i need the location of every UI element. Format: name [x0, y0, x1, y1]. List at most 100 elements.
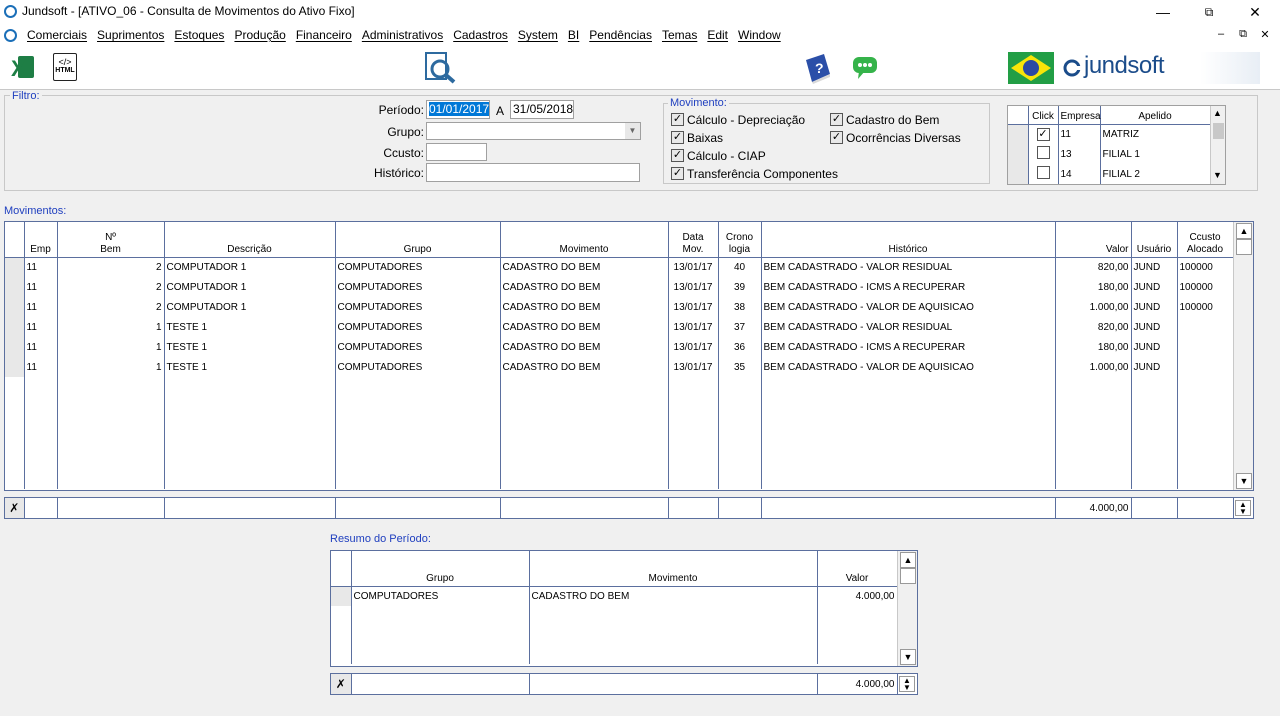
grupo-select[interactable] [426, 122, 641, 140]
header-emp[interactable]: Emp [24, 222, 58, 258]
menu-item-temas[interactable]: Temas [662, 28, 697, 42]
table-cell [1177, 317, 1234, 337]
chat-icon[interactable] [851, 55, 879, 81]
scroll-down-icon[interactable]: ▼ [1213, 170, 1222, 180]
menu-item-producao[interactable]: Produção [234, 28, 285, 42]
periodo-to-input[interactable]: 31/05/2018 [510, 100, 574, 119]
table-row[interactable]: 11 2 COMPUTADOR 1 COMPUTADORES CADASTRO DO B… [5, 297, 1234, 317]
menu-item-administrativos[interactable]: Administrativos [362, 28, 443, 42]
empresas-header-apelido[interactable]: Apelido [1100, 106, 1211, 125]
minimize-icon[interactable]: — [1140, 0, 1186, 24]
scroll-thumb[interactable] [900, 568, 916, 584]
menu-item-edit[interactable]: Edit [707, 28, 728, 42]
resumo-clear-icon[interactable]: ✗ [331, 674, 352, 694]
header-descricao[interactable]: Descrição [164, 222, 336, 258]
menu-item-financeiro[interactable]: Financeiro [296, 28, 352, 42]
resumo-header-movimento[interactable]: Movimento [529, 551, 818, 587]
scroll-down-icon[interactable]: ▼ [900, 649, 916, 665]
scroll-thumb[interactable] [1236, 239, 1252, 255]
empty-cell [1177, 377, 1234, 489]
menu-item-pendencias[interactable]: Pendências [589, 28, 652, 42]
empresas-scrollbar[interactable]: ▲ ▼ [1210, 106, 1225, 184]
scroll-up-icon[interactable]: ▲ [900, 552, 916, 568]
table-row[interactable]: 11 2 COMPUTADOR 1 COMPUTADORES CADASTRO DO B… [5, 277, 1234, 297]
mdi-minimize-icon[interactable]: – [1212, 28, 1230, 40]
menu-item-cadastros[interactable]: Cadastros [453, 28, 508, 42]
totals-clear-icon[interactable]: ✗ [5, 498, 25, 518]
header-cronologia[interactable]: Crono logia [718, 222, 762, 258]
periodo-sep: A [495, 104, 504, 118]
menu-item-suprimentos[interactable]: Suprimentos [97, 28, 164, 42]
table-cell: JUND [1131, 317, 1178, 337]
header-usuario[interactable]: Usuário [1131, 222, 1178, 258]
checkbox-icon[interactable]: ✓ [830, 113, 843, 126]
resumo-header-grupo[interactable]: Grupo [351, 551, 530, 587]
empresa-click-cell[interactable]: ✓ [1028, 124, 1059, 144]
empresa-click-cell[interactable] [1028, 164, 1059, 184]
movimentos-scrollbar[interactable]: ▲ ▼ [1233, 222, 1253, 490]
menu-item-system[interactable]: System [518, 28, 558, 42]
header-movimento[interactable]: Movimento [500, 222, 669, 258]
header-n-bem[interactable]: Nº Bem [57, 222, 165, 258]
mdi-close-icon[interactable]: ✕ [1256, 28, 1274, 41]
search-icon[interactable] [424, 52, 458, 84]
row-selector[interactable] [5, 357, 25, 377]
empresa-checkbox-icon[interactable] [1036, 166, 1050, 179]
resumo-header-valor[interactable]: Valor [817, 551, 898, 587]
checkbox-icon[interactable]: ✓ [671, 167, 684, 180]
mdi-restore-icon[interactable]: ⧉ [1234, 28, 1252, 41]
grupo-dropdown-icon[interactable]: ▼ [625, 123, 640, 139]
row-selector[interactable] [1008, 124, 1029, 144]
scroll-down-icon[interactable]: ▼ [1236, 473, 1252, 489]
resumo-scrollbar[interactable]: ▲ ▼ [897, 551, 917, 666]
totals-spinner-icon[interactable]: ▲ ▼ [1235, 500, 1251, 516]
empresas-row[interactable]: ✓ 11 MATRIZ [1008, 124, 1211, 144]
row-selector[interactable] [5, 317, 25, 337]
checkbox-icon[interactable]: ✓ [671, 131, 684, 144]
scroll-thumb[interactable] [1213, 123, 1224, 139]
empresas-header-empresa[interactable]: Empresa [1058, 106, 1101, 125]
empresa-checkbox-icon[interactable]: ✓ [1036, 127, 1050, 141]
row-selector[interactable] [5, 257, 25, 277]
row-selector[interactable] [5, 297, 25, 317]
header-historico[interactable]: Histórico [761, 222, 1056, 258]
row-selector[interactable] [331, 586, 352, 606]
restore-icon[interactable]: ⧉ [1186, 0, 1232, 24]
row-selector[interactable] [1008, 164, 1029, 184]
empresa-click-cell[interactable] [1028, 144, 1059, 164]
checkbox-icon[interactable]: ✓ [671, 113, 684, 126]
menu-item-estoques[interactable]: Estoques [174, 28, 224, 42]
resumo-spinner-icon[interactable]: ▲ ▼ [899, 676, 915, 692]
table-row[interactable]: 11 2 COMPUTADOR 1 COMPUTADORES CADASTRO DO B… [5, 257, 1234, 277]
header-grupo[interactable]: Grupo [335, 222, 501, 258]
resumo-row[interactable]: COMPUTADORES CADASTRO DO BEM 4.000,00 [331, 586, 898, 606]
periodo-from-input[interactable]: 01/01/2017 [426, 100, 490, 119]
menu-item-comerciais[interactable]: Comerciais [27, 28, 87, 42]
row-selector[interactable] [1008, 144, 1029, 164]
historico-input[interactable] [426, 163, 640, 182]
table-row[interactable]: 11 1 TESTE 1 COMPUTADORES CADASTRO DO BEM 13/… [5, 317, 1234, 337]
scroll-up-icon[interactable]: ▲ [1213, 108, 1222, 118]
html-export-icon[interactable]: </> HTML [53, 53, 77, 81]
header-valor[interactable]: Valor [1055, 222, 1132, 258]
close-icon[interactable]: ✕ [1232, 0, 1278, 24]
table-row[interactable]: 11 1 TESTE 1 COMPUTADORES CADASTRO DO BEM 13/… [5, 337, 1234, 357]
movimentos-header-row: Emp Nº Bem Descrição Grupo Movimento Dat… [5, 222, 1234, 258]
table-row[interactable]: 11 1 TESTE 1 COMPUTADORES CADASTRO DO BEM 13/… [5, 357, 1234, 377]
menu-item-window[interactable]: Window [738, 28, 781, 42]
row-selector[interactable] [5, 337, 25, 357]
empresas-header-click[interactable]: Click [1028, 106, 1059, 125]
header-ccusto-alocado[interactable]: Ccusto Alocado [1177, 222, 1234, 258]
checkbox-icon[interactable]: ✓ [671, 149, 684, 162]
ccusto-input[interactable] [426, 143, 487, 161]
scroll-up-icon[interactable]: ▲ [1236, 223, 1252, 239]
help-book-icon[interactable]: ? [802, 52, 834, 84]
menu-item-bi[interactable]: BI [568, 28, 579, 42]
header-data-mov[interactable]: Data Mov. [668, 222, 719, 258]
empresas-row[interactable]: 13 FILIAL 1 [1008, 144, 1211, 164]
row-selector[interactable] [5, 277, 25, 297]
empresas-row[interactable]: 14 FILIAL 2 [1008, 164, 1211, 184]
checkbox-icon[interactable]: ✓ [830, 131, 843, 144]
empresa-checkbox-icon[interactable] [1036, 146, 1050, 159]
excel-export-icon[interactable]: X [8, 54, 36, 81]
